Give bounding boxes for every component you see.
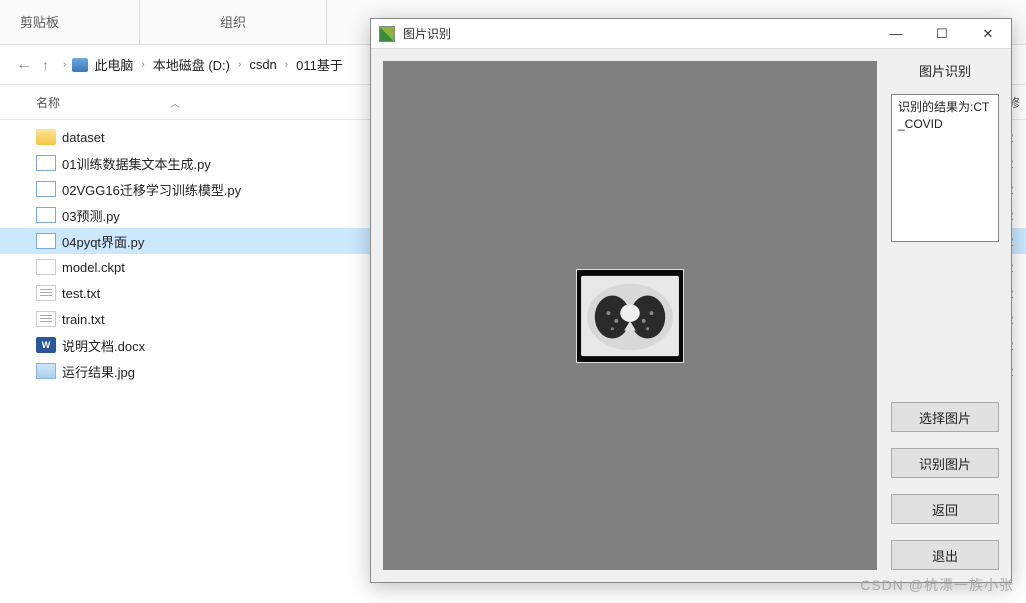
back-button[interactable]: 返回 xyxy=(891,494,999,524)
jpg-icon xyxy=(36,363,56,379)
docx-icon: W xyxy=(36,337,56,353)
pc-icon xyxy=(72,58,88,72)
nav-up-icon[interactable]: ↑ xyxy=(34,57,57,73)
image-canvas xyxy=(383,61,877,570)
column-name[interactable]: 名称 xyxy=(36,94,60,111)
py-icon xyxy=(36,155,56,171)
ckpt-icon xyxy=(36,259,56,275)
breadcrumb-item[interactable]: 本地磁盘 (D:) xyxy=(151,55,232,74)
sort-indicator-icon: ︿ xyxy=(170,95,180,110)
py-icon xyxy=(36,207,56,223)
app-icon xyxy=(379,26,395,42)
dialog-title: 图片识别 xyxy=(403,25,873,42)
breadcrumb-item[interactable]: 011基于 xyxy=(294,55,345,74)
dialog-side-panel: 图片识别 识别的结果为:CT_COVID 选择图片 识别图片 返回 退出 xyxy=(891,61,999,570)
py-icon xyxy=(36,233,56,249)
maximize-button[interactable]: ☐ xyxy=(919,19,965,49)
ribbon-tab-clipboard[interactable]: 剪贴板 xyxy=(0,0,140,44)
breadcrumb-item[interactable]: csdn xyxy=(247,57,278,72)
ct-scan-preview xyxy=(576,269,684,363)
chevron-right-icon: › xyxy=(232,59,247,70)
folder-icon xyxy=(36,129,56,145)
chevron-right-icon: › xyxy=(57,59,72,70)
close-button[interactable]: ✕ xyxy=(965,19,1011,49)
dialog-titlebar[interactable]: 图片识别 — ☐ ✕ xyxy=(371,19,1011,49)
breadcrumb-item[interactable]: 此电脑 xyxy=(92,55,135,74)
recognize-image-button[interactable]: 识别图片 xyxy=(891,448,999,478)
txt-icon xyxy=(36,311,56,327)
watermark: CSDN @杭漂一族小张 xyxy=(860,575,1014,595)
image-recognition-dialog: 图片识别 — ☐ ✕ 图片识别 识别的结果为:C xyxy=(370,18,1012,583)
chevron-right-icon: › xyxy=(135,59,150,70)
select-image-button[interactable]: 选择图片 xyxy=(891,402,999,432)
py-icon xyxy=(36,181,56,197)
minimize-button[interactable]: — xyxy=(873,19,919,49)
quit-button[interactable]: 退出 xyxy=(891,540,999,570)
chevron-right-icon: › xyxy=(279,59,294,70)
side-panel-title: 图片识别 xyxy=(891,61,999,80)
ribbon-tab-organize[interactable]: 组织 xyxy=(140,0,327,44)
txt-icon xyxy=(36,285,56,301)
recognition-result-box: 识别的结果为:CT_COVID xyxy=(891,94,999,242)
